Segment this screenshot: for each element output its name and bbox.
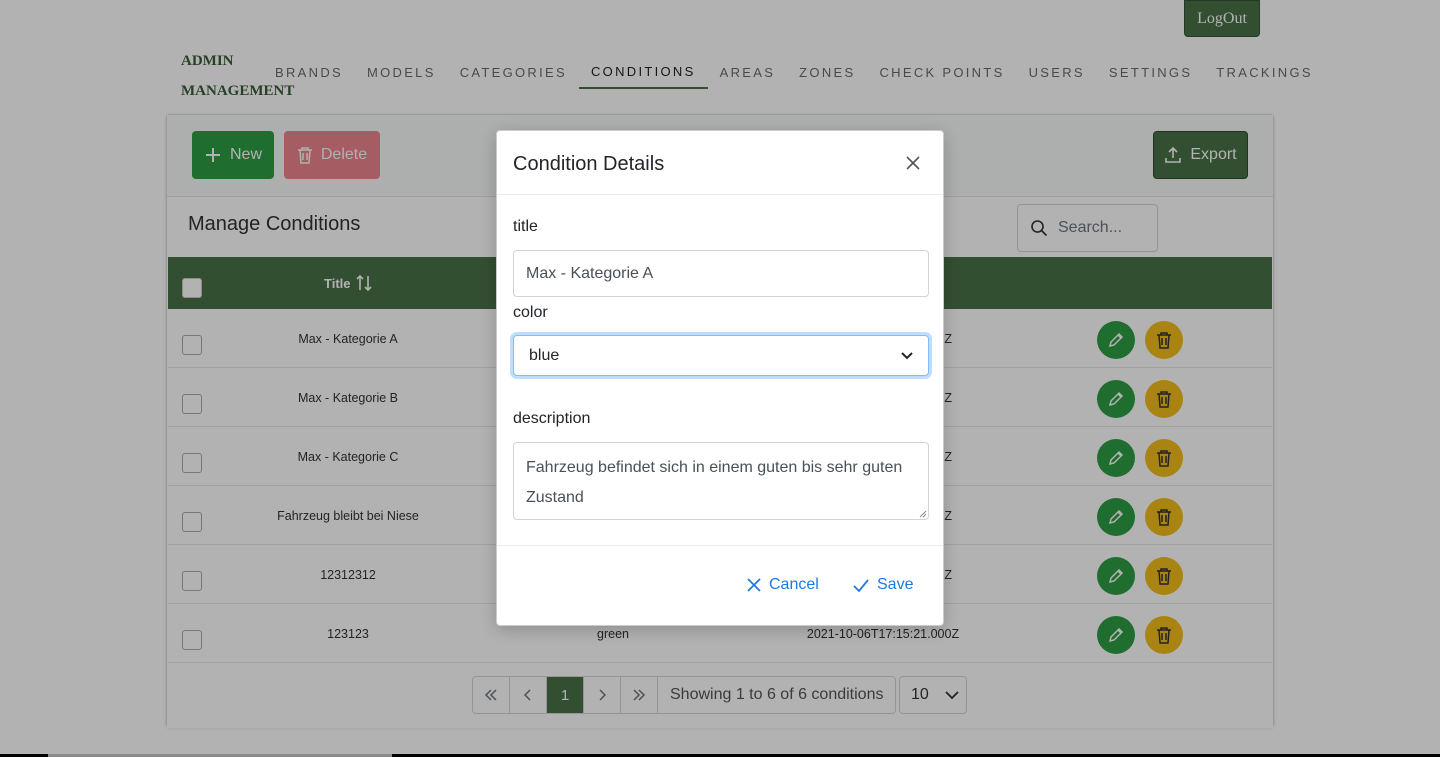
color-select[interactable]: blue xyxy=(513,335,929,376)
description-label: description xyxy=(513,410,591,427)
close-icon xyxy=(906,156,920,170)
cancel-button-label: Cancel xyxy=(769,576,819,593)
condition-details-dialog: Condition Details title Max - Kategorie … xyxy=(496,130,944,626)
title-label: title xyxy=(513,218,538,235)
color-select-value: blue xyxy=(529,346,560,364)
color-label: color xyxy=(513,304,548,321)
cancel-button[interactable]: Cancel xyxy=(747,576,819,594)
resize-grip-icon[interactable] xyxy=(919,510,927,518)
chevron-down-icon xyxy=(901,351,913,359)
description-textarea[interactable]: Fahrzeug befindet sich in einem guten bi… xyxy=(513,442,929,520)
save-button-label: Save xyxy=(877,576,914,593)
title-input[interactable]: Max - Kategorie A xyxy=(513,250,929,297)
modal-header: Condition Details xyxy=(497,131,943,195)
close-button[interactable] xyxy=(901,151,925,175)
description-text: Fahrzeug befindet sich in einem guten bi… xyxy=(526,459,903,506)
check-icon xyxy=(853,578,869,592)
close-icon xyxy=(747,578,761,592)
save-button[interactable]: Save xyxy=(853,576,913,594)
modal-title: Condition Details xyxy=(513,153,665,175)
modal-footer: Cancel Save xyxy=(497,545,943,627)
